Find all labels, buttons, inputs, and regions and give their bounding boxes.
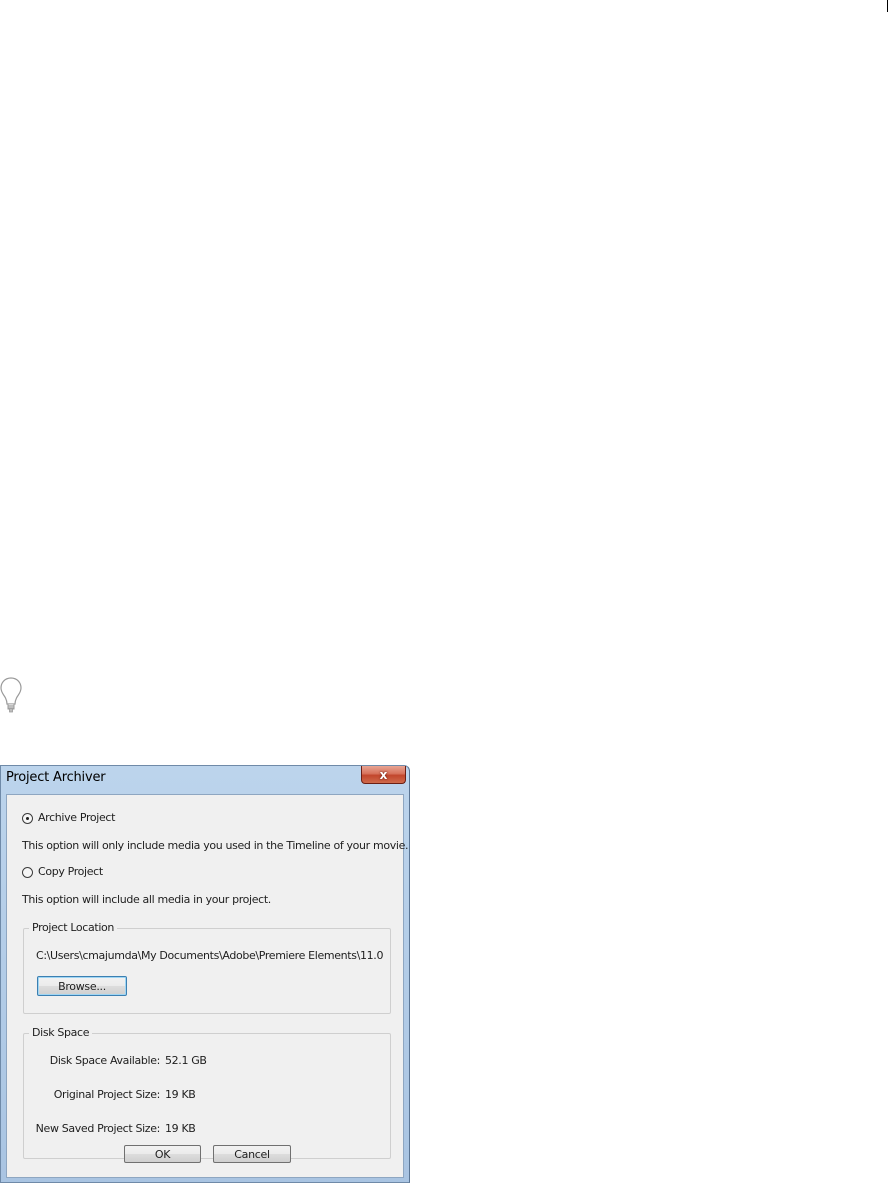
new-saved-project-size-label: New Saved Project Size: bbox=[35, 1122, 161, 1135]
dialog-client-area: Archive Project This option will only in… bbox=[6, 794, 409, 1178]
project-archiver-dialog: Project Archiver x Archive Project This … bbox=[0, 765, 410, 1183]
project-location-path: C:\Users\cmajumda\My Documents\Adobe\Pre… bbox=[36, 949, 384, 962]
ok-button[interactable]: OK bbox=[124, 1145, 201, 1163]
archive-project-radio[interactable] bbox=[22, 813, 33, 824]
project-location-group-label: Project Location bbox=[29, 921, 118, 934]
dialog-title: Project Archiver bbox=[6, 770, 106, 785]
close-icon: x bbox=[379, 767, 388, 782]
archive-project-description: This option will only include media you … bbox=[22, 839, 409, 852]
close-button[interactable]: x bbox=[361, 766, 406, 784]
new-saved-project-size-value: 19 KB bbox=[165, 1122, 196, 1135]
copy-project-label[interactable]: Copy Project bbox=[38, 865, 103, 878]
lightbulb-icon bbox=[0, 676, 22, 716]
copy-project-description: This option will include all media in yo… bbox=[22, 893, 271, 906]
title-bar[interactable]: Project Archiver x bbox=[1, 766, 409, 792]
new-saved-project-size-row: New Saved Project Size: 19 KB bbox=[24, 1122, 390, 1136]
archive-project-label[interactable]: Archive Project bbox=[38, 811, 115, 824]
original-project-size-label: Original Project Size: bbox=[53, 1088, 161, 1101]
browse-button[interactable]: Browse... bbox=[37, 976, 127, 996]
disk-space-available-label: Disk Space Available: bbox=[49, 1054, 161, 1067]
cancel-button[interactable]: Cancel bbox=[213, 1145, 291, 1163]
page: Project Archiver x Archive Project This … bbox=[0, 0, 893, 1183]
page-edge-rule bbox=[887, 0, 888, 12]
copy-project-radio[interactable] bbox=[22, 867, 33, 878]
disk-space-available-value: 52.1 GB bbox=[165, 1054, 207, 1067]
original-project-size-value: 19 KB bbox=[165, 1088, 196, 1101]
disk-space-available-row: Disk Space Available: 52.1 GB bbox=[24, 1054, 390, 1068]
project-location-group: Project Location C:\Users\cmajumda\My Do… bbox=[23, 921, 391, 1014]
disk-space-group: Disk Space Disk Space Available: 52.1 GB… bbox=[23, 1026, 391, 1159]
radio-selected-dot bbox=[26, 817, 29, 820]
original-project-size-row: Original Project Size: 19 KB bbox=[24, 1088, 390, 1102]
disk-space-group-label: Disk Space bbox=[29, 1026, 93, 1039]
